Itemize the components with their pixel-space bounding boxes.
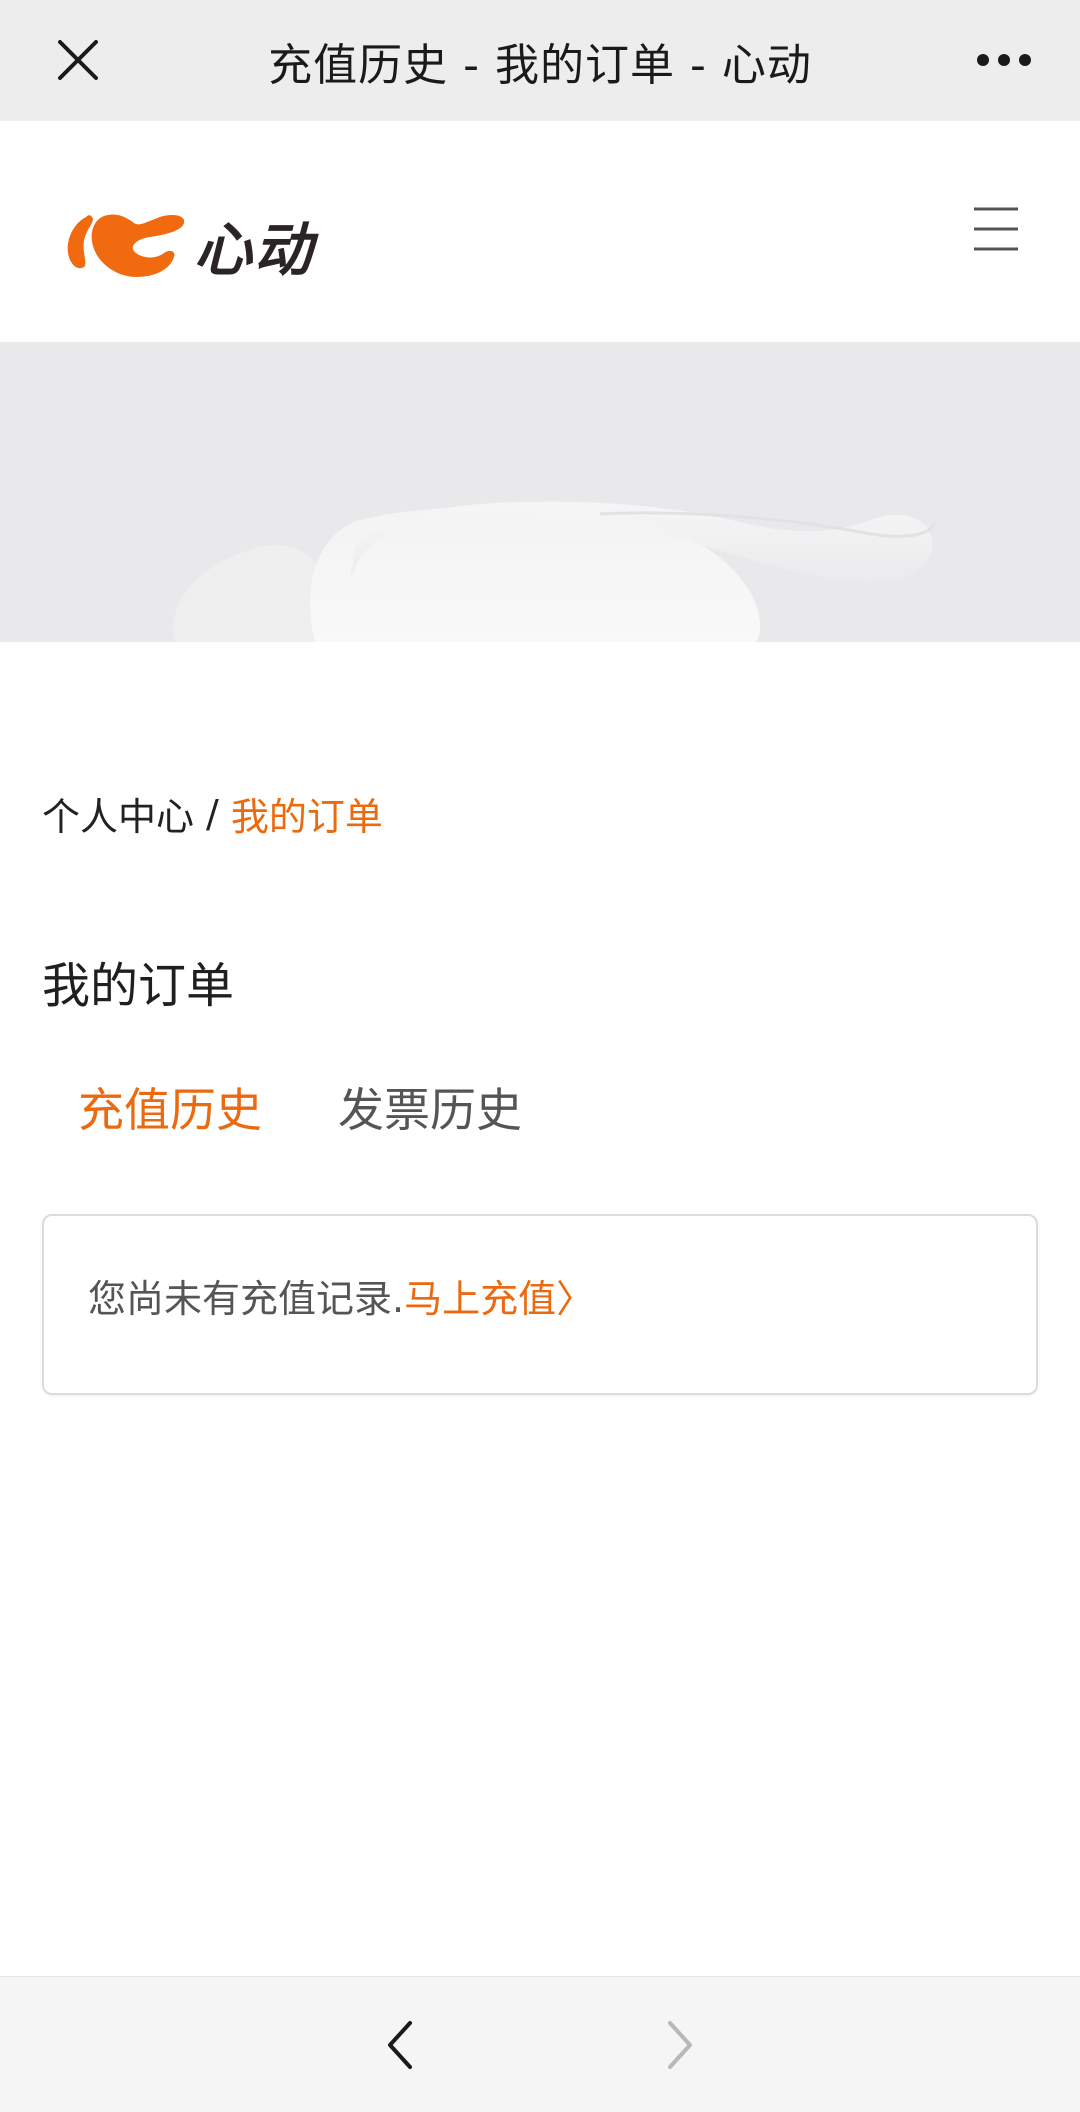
breadcrumb: 个人中心 / 我的订单 xyxy=(42,786,383,841)
menu-button[interactable] xyxy=(970,203,1022,255)
close-button[interactable] xyxy=(48,30,108,90)
more-button[interactable] xyxy=(968,30,1040,90)
forward-button[interactable] xyxy=(652,2013,708,2077)
order-tabs: 充值历史 发票历史 xyxy=(78,1074,598,1140)
back-button[interactable] xyxy=(372,2013,428,2077)
breadcrumb-separator: / xyxy=(206,791,219,836)
tab-recharge-history[interactable]: 充值历史 xyxy=(78,1074,262,1140)
empty-state-text: 您尚未有充值记录.马上充值〉 xyxy=(88,1268,594,1323)
close-icon xyxy=(58,40,98,80)
empty-state-message: 您尚未有充值记录. xyxy=(88,1277,405,1321)
page-title: 我的订单 xyxy=(42,958,235,1014)
window-title: 充值历史 - 我的订单 - 心动 xyxy=(268,39,812,91)
more-icon xyxy=(977,54,1031,66)
recharge-now-link[interactable]: 马上充值〉 xyxy=(404,1277,594,1321)
site-logo[interactable]: 心动 xyxy=(64,205,324,285)
bottom-nav-bar xyxy=(0,1976,1080,2112)
empty-state-card: 您尚未有充值记录.马上充值〉 xyxy=(42,1214,1038,1395)
hamburger-menu-icon xyxy=(974,207,1018,251)
site-header: 心动 xyxy=(0,121,1080,342)
chevron-right-icon xyxy=(668,2021,692,2069)
breadcrumb-current: 我的订单 xyxy=(230,795,383,839)
top-bar: 充值历史 - 我的订单 - 心动 xyxy=(0,0,1080,121)
chevron-left-icon xyxy=(388,2021,412,2069)
logo-text: 心动 xyxy=(194,216,315,284)
tab-invoice-history[interactable]: 发票历史 xyxy=(338,1074,522,1140)
logo-mark-icon xyxy=(67,214,185,277)
hero-banner xyxy=(0,342,1080,642)
breadcrumb-parent[interactable]: 个人中心 xyxy=(42,786,194,841)
banner-decoration xyxy=(173,501,937,642)
